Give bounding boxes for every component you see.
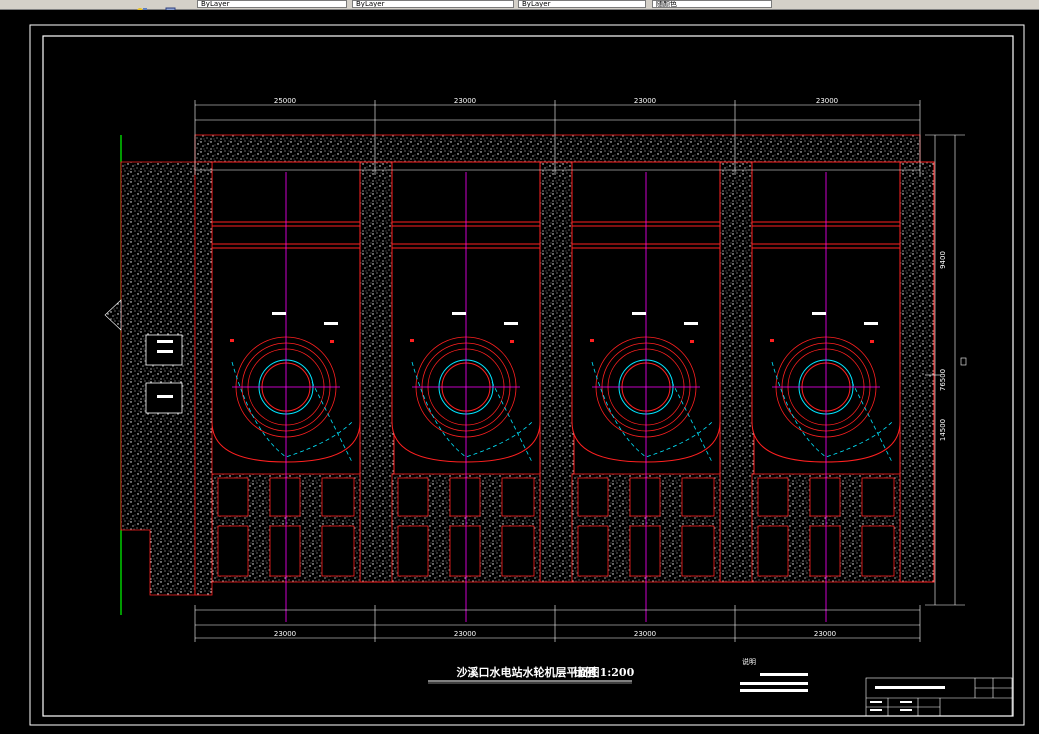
bottom-dim-3: 23000 <box>634 630 656 638</box>
color-dropdown[interactable]: ByLayer <box>197 0 347 8</box>
left-abutment <box>120 161 196 596</box>
right-dim-1: 9400 <box>939 251 947 269</box>
bottom-dim-4: 23000 <box>814 630 836 638</box>
title-block <box>865 677 1013 717</box>
plotstyle-dropdown[interactable]: 随颜色 <box>652 0 772 8</box>
top-dim-3: 23000 <box>634 97 656 105</box>
layer-props-icon[interactable] <box>165 0 177 15</box>
model-space-viewport[interactable]: 25000 23000 23000 23000 23000 23000 2300… <box>0 10 1039 734</box>
linetype-dropdown[interactable]: ByLayer <box>352 0 514 8</box>
top-dim-1: 25000 <box>274 97 296 105</box>
lineweight-dropdown[interactable]: ByLayer <box>518 0 646 8</box>
bottom-dim-1: 23000 <box>274 630 296 638</box>
drawing-scale: 比例 1:200 <box>574 665 635 679</box>
cad-drawing: 25000 23000 23000 23000 23000 23000 2300… <box>29 24 1025 726</box>
notes-heading: 说明 <box>742 657 756 666</box>
top-dim-2: 23000 <box>454 97 476 105</box>
top-dim-4: 23000 <box>816 97 838 105</box>
properties-toolbar: ByLayer ByLayer ByLayer 随颜色 <box>0 0 1039 15</box>
right-dim-3: 14500 <box>939 419 947 441</box>
layer-state-icon[interactable] <box>136 0 148 14</box>
bottom-dim-2: 23000 <box>454 630 476 638</box>
right-dim-2: 76500 <box>939 369 947 391</box>
